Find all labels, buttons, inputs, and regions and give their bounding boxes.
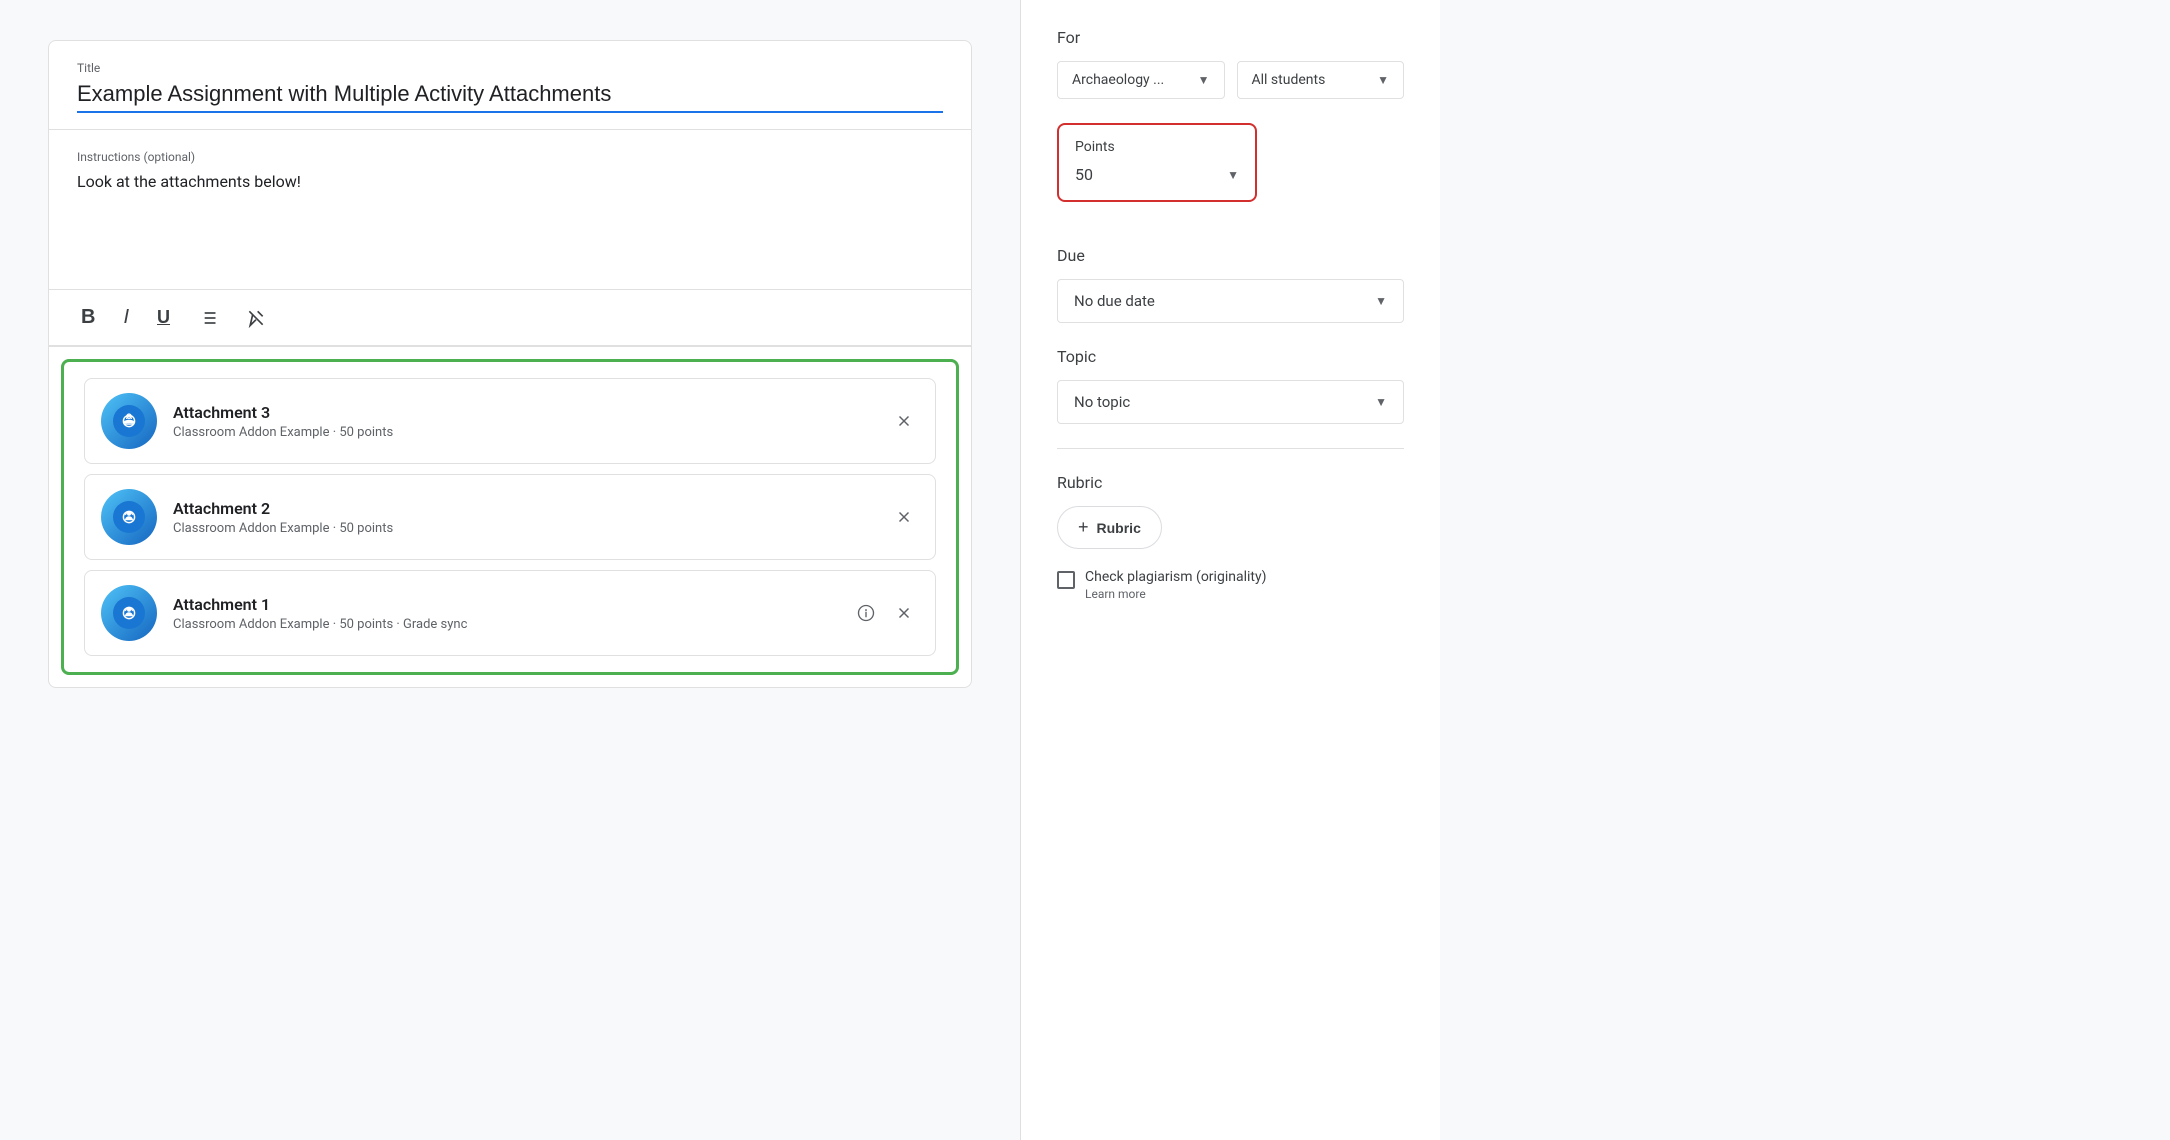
class-dropdown[interactable]: Archaeology ... ▼: [1057, 61, 1225, 99]
clear-format-button[interactable]: [242, 304, 270, 332]
rubric-button[interactable]: + Rubric: [1057, 506, 1162, 549]
topic-label: Topic: [1057, 347, 1404, 366]
topic-dropdown[interactable]: No topic ▼: [1057, 380, 1404, 424]
attachment-1-meta: Classroom Addon Example · 50 points · Gr…: [173, 617, 839, 632]
attachment-icon-2: [101, 489, 157, 545]
attachment-3-name: Attachment 3: [173, 403, 877, 422]
title-input[interactable]: [77, 81, 943, 113]
divider: [1057, 448, 1404, 449]
bold-button[interactable]: B: [77, 302, 99, 333]
points-value: 50: [1075, 165, 1093, 184]
side-panel: For Archaeology ... ▼ All students ▼ Poi…: [1020, 0, 1440, 1140]
topic-value: No topic: [1074, 393, 1130, 411]
attachment-item: Attachment 1 Classroom Addon Example · 5…: [84, 570, 936, 656]
attachment-1-name: Attachment 1: [173, 595, 839, 614]
italic-button[interactable]: I: [119, 302, 133, 333]
rubric-btn-label: Rubric: [1097, 520, 1141, 536]
attachment-2-name: Attachment 2: [173, 499, 877, 518]
attachment-3-info: Attachment 3 Classroom Addon Example · 5…: [173, 403, 877, 440]
plagiarism-section: Check plagiarism (originality) Learn mor…: [1057, 569, 1404, 601]
points-dropdown-arrow: ▼: [1227, 168, 1239, 182]
points-dropdown[interactable]: 50 ▼: [1075, 165, 1239, 184]
rubric-label: Rubric: [1057, 473, 1404, 492]
class-dropdown-arrow: ▼: [1198, 73, 1210, 87]
due-value: No due date: [1074, 292, 1155, 310]
learn-more-link[interactable]: Learn more: [1085, 587, 1266, 601]
attachment-3-actions: [889, 406, 919, 436]
remove-attachment-3-button[interactable]: [889, 406, 919, 436]
plus-icon: +: [1078, 517, 1089, 538]
instructions-text[interactable]: Look at the attachments below!: [77, 172, 943, 191]
attachment-2-actions: [889, 502, 919, 532]
attachment-icon-3: [101, 393, 157, 449]
plagiarism-label: Check plagiarism (originality): [1085, 569, 1266, 585]
info-attachment-1-button[interactable]: [851, 598, 881, 628]
students-dropdown-arrow: ▼: [1377, 73, 1389, 87]
attachment-2-info: Attachment 2 Classroom Addon Example · 5…: [173, 499, 877, 536]
attachment-3-meta: Classroom Addon Example · 50 points: [173, 425, 877, 440]
attachment-item: Attachment 2 Classroom Addon Example · 5…: [84, 474, 936, 560]
plagiarism-checkbox[interactable]: [1057, 571, 1075, 589]
attachment-item: Attachment 3 Classroom Addon Example · 5…: [84, 378, 936, 464]
attachments-area: Attachment 3 Classroom Addon Example · 5…: [61, 359, 959, 675]
formatting-toolbar: B I U: [49, 290, 971, 347]
instructions-label: Instructions (optional): [77, 150, 943, 164]
points-label: Points: [1075, 139, 1239, 155]
students-dropdown[interactable]: All students ▼: [1237, 61, 1405, 99]
attachment-1-info: Attachment 1 Classroom Addon Example · 5…: [173, 595, 839, 632]
attachment-icon-1: [101, 585, 157, 641]
points-box: Points 50 ▼: [1057, 123, 1257, 202]
attachment-2-meta: Classroom Addon Example · 50 points: [173, 521, 877, 536]
class-value: Archaeology ...: [1072, 72, 1164, 88]
remove-attachment-1-button[interactable]: [889, 598, 919, 628]
attachment-1-actions: [851, 598, 919, 628]
title-label: Title: [77, 61, 943, 75]
underline-button[interactable]: U: [153, 303, 174, 332]
students-value: All students: [1252, 72, 1326, 88]
remove-attachment-2-button[interactable]: [889, 502, 919, 532]
due-label: Due: [1057, 246, 1404, 265]
due-dropdown-arrow: ▼: [1375, 294, 1387, 308]
topic-dropdown-arrow: ▼: [1375, 395, 1387, 409]
for-label: For: [1057, 28, 1404, 47]
due-dropdown[interactable]: No due date ▼: [1057, 279, 1404, 323]
list-button[interactable]: [194, 304, 222, 332]
